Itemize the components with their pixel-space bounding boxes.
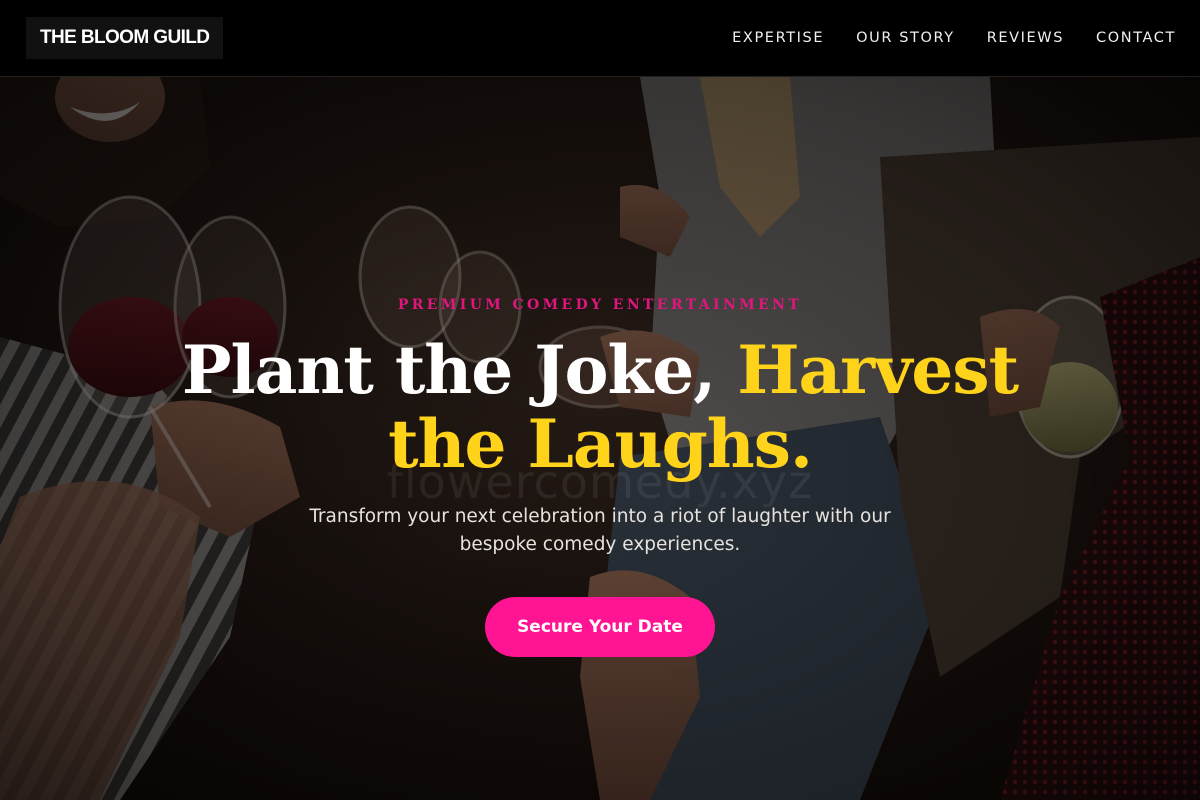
brand-logo[interactable]: THE BLOOM GUILD [26,17,224,59]
hero-eyebrow: PREMIUM COMEDY ENTERTAINMENT [397,297,803,313]
main-nav: EXPERTISE OUR STORY REVIEWS CONTACT [732,0,1176,76]
nav-link-reviews[interactable]: REVIEWS [987,30,1064,46]
hero-headline: Plant the Joke, Harvest the Laughs. [150,333,1050,481]
headline-white-part: Plant the Joke, [181,331,738,409]
top-navbar: THE BLOOM GUILD EXPERTISE OUR STORY REVI… [0,0,1200,77]
secure-date-button[interactable]: Secure Your Date [485,597,715,657]
nav-link-contact[interactable]: CONTACT [1096,30,1176,46]
hero-section: flowercomedy.xyz PREMIUM COMEDY ENTERTAI… [0,77,1200,800]
nav-link-our-story[interactable]: OUR STORY [856,30,955,46]
hero-content: PREMIUM COMEDY ENTERTAINMENT Plant the J… [0,77,1200,800]
nav-link-expertise[interactable]: EXPERTISE [732,30,824,46]
landing-page: THE BLOOM GUILD EXPERTISE OUR STORY REVI… [0,0,1200,800]
hero-subtext: Transform your next celebration into a r… [309,506,891,555]
